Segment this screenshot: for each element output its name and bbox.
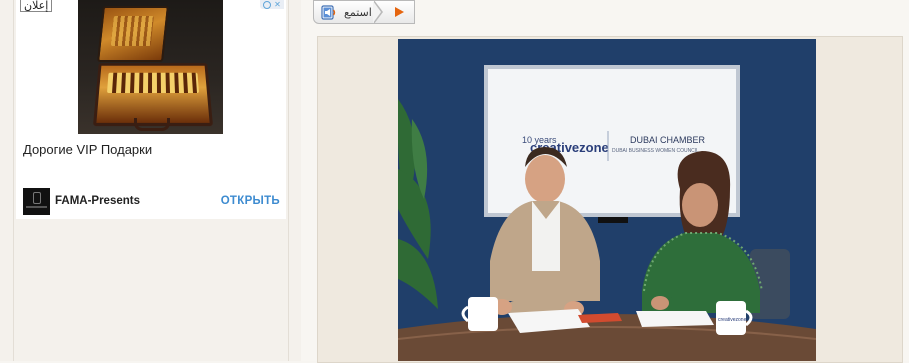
listen-toolbar: استمع <box>313 0 415 24</box>
main-content: استمع 10 years creativezone DUBAI CHAMBE… <box>301 0 909 363</box>
mug-logo-text: creativezone <box>718 317 747 323</box>
listen-label: استمع <box>344 5 372 19</box>
ad-choices-icon[interactable]: ✕ <box>260 0 284 9</box>
case-lid <box>97 6 169 62</box>
screen-chamber-title: DUBAI CHAMBER <box>630 135 706 145</box>
case-body <box>92 63 214 127</box>
open-ad-button[interactable]: ОТКРЫТЬ <box>221 195 280 207</box>
ad-card[interactable]: إعلان ✕ Дорогие VIP Подарки FAMA-Present… <box>16 0 286 219</box>
info-icon <box>263 0 272 9</box>
sidebar: إعلان ✕ Дорогие VIP Подарки FAMA-Present… <box>0 0 302 361</box>
play-icon <box>394 7 404 17</box>
ad-brand[interactable]: FAMA-Presents <box>55 195 140 207</box>
ad-title[interactable]: Дорогие VIP Подарки <box>23 142 152 157</box>
article-image-frame: 10 years creativezone DUBAI CHAMBER DUBA… <box>317 36 903 363</box>
play-button[interactable] <box>386 1 412 23</box>
listen-button[interactable]: استمع <box>313 0 415 24</box>
article-photo[interactable]: 10 years creativezone DUBAI CHAMBER DUBA… <box>398 39 816 361</box>
ad-label: إعلان <box>20 0 53 12</box>
brand-logo <box>23 188 50 215</box>
close-icon: ✕ <box>274 0 281 9</box>
ad-image[interactable] <box>78 0 223 134</box>
case-handle <box>134 118 170 131</box>
screen-chamber-sub: DUBAI BUSINESS WOMEN COUNCIL <box>612 148 699 154</box>
listen-divider <box>373 0 383 24</box>
speaker-icon <box>320 4 338 20</box>
